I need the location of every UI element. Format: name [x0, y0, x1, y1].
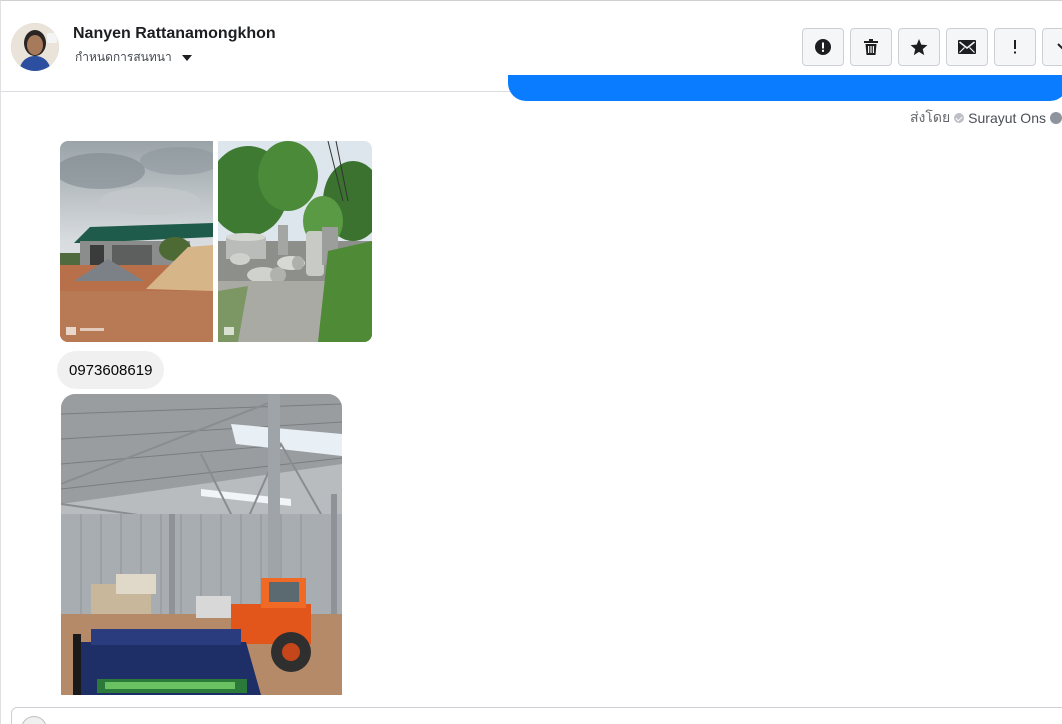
- star-button[interactable]: [898, 28, 940, 66]
- mark-unread-button[interactable]: [946, 28, 988, 66]
- conversation-settings-dropdown[interactable]: กำหนดการสนทนา: [75, 48, 192, 67]
- trash-icon: [864, 39, 878, 55]
- sent-by-info: ส่งโดย Surayut Ons: [910, 107, 1062, 129]
- warehouse-photo: [60, 141, 213, 342]
- sent-by-label: ส่งโดย: [909, 109, 951, 125]
- conversation-settings-label: กำหนดการสนทนา: [75, 50, 172, 64]
- delete-button[interactable]: [850, 28, 892, 66]
- envelope-icon: [958, 40, 976, 54]
- contact-name[interactable]: Nanyen Rattanamongkhon: [73, 25, 276, 43]
- page-avatar: [21, 716, 47, 724]
- contact-avatar[interactable]: [11, 23, 59, 71]
- alert-circle-icon: [815, 39, 831, 55]
- inbox-conversation-window: Nanyen Rattanamongkhon กำหนดการสนทนา ส่ง…: [0, 0, 1062, 724]
- concrete-pipes-photo: [218, 141, 372, 342]
- caret-down-icon: [181, 55, 192, 61]
- star-icon: [910, 38, 928, 55]
- sender-name[interactable]: Surayut Ons: [968, 110, 1046, 126]
- important-button[interactable]: [994, 28, 1036, 66]
- contact-photo: [11, 23, 59, 71]
- sent-message-bubble[interactable]: [508, 75, 1062, 101]
- more-button[interactable]: [1042, 28, 1062, 66]
- reply-composer[interactable]: [11, 707, 1062, 724]
- photo-attachment-warehouse[interactable]: [60, 141, 213, 342]
- received-message-bubble[interactable]: 0973608619: [57, 351, 165, 389]
- verified-check-icon: [954, 113, 965, 123]
- photo-attachment-concrete-pipes[interactable]: [218, 141, 372, 342]
- phone-number-text: 0973608619: [69, 361, 153, 379]
- photo-attachment-shed[interactable]: [61, 394, 342, 695]
- report-spam-button[interactable]: [802, 28, 844, 66]
- help-icon[interactable]: [1050, 112, 1062, 124]
- exclamation-icon: [1014, 40, 1016, 54]
- chevron-down-icon: [1057, 43, 1062, 50]
- shed-photo: [61, 394, 342, 695]
